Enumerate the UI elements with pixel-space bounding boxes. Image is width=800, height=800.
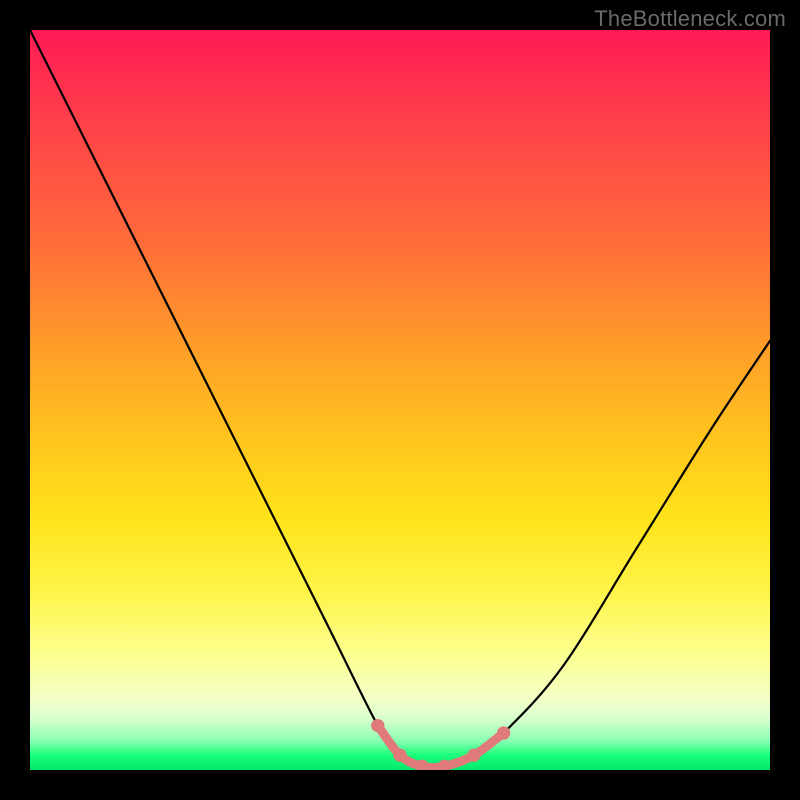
chart-svg <box>30 30 770 770</box>
flat-bottom-dot <box>467 749 480 762</box>
flat-bottom-dot <box>497 726 510 739</box>
flat-bottom-dot <box>371 719 384 732</box>
flat-bottom-dot <box>393 749 406 762</box>
chart-frame: TheBottleneck.com <box>0 0 800 800</box>
main-curve-line <box>30 30 770 768</box>
watermark-text: TheBottleneck.com <box>594 6 786 32</box>
plot-area <box>30 30 770 770</box>
